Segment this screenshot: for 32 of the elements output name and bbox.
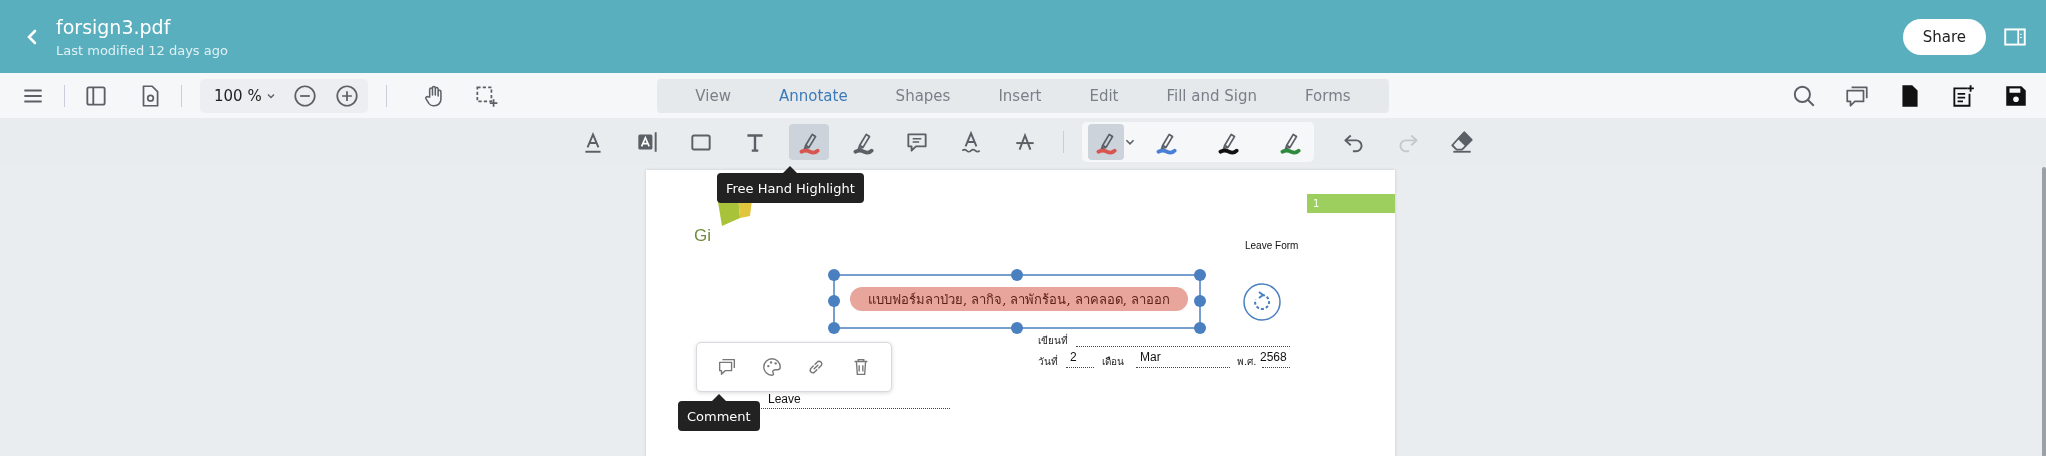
add-note-icon[interactable]	[1950, 82, 1976, 109]
tab[interactable]: Insert	[974, 78, 1066, 113]
date-value: 2568	[1260, 350, 1287, 364]
date-label: เดือน	[1102, 355, 1124, 369]
tooltip: Comment	[678, 394, 760, 431]
date-label: พ.ศ.	[1237, 355, 1257, 369]
page-number-badge: 1	[1307, 194, 1395, 213]
highlighted-title: แบบฟอร์มลาป่วย, ลากิจ, ลาพักร้อน, ลาคลอด, ลาออก	[850, 287, 1188, 311]
date-value: 2	[1070, 350, 1077, 364]
highlighter-icon[interactable]	[788, 123, 829, 160]
palette-icon[interactable]	[760, 356, 783, 378]
date-label: วันที่	[1038, 354, 1058, 369]
tab[interactable]: Edit	[1065, 78, 1143, 113]
eraser-icon[interactable]	[1448, 128, 1475, 155]
tooltip: Free Hand Highlight	[717, 166, 864, 203]
document-title: forsign3.pdf	[56, 15, 172, 38]
last-modified-text: Last modified 12 days ago	[56, 42, 229, 58]
form-label: Leave Form	[1245, 240, 1299, 251]
selection-frame[interactable]	[828, 269, 1206, 334]
share-button[interactable]: Share	[1902, 18, 1986, 55]
tab[interactable]: Annotate	[754, 78, 872, 113]
tab[interactable]: Forms	[1281, 78, 1375, 113]
zoom-in-icon[interactable]	[333, 82, 360, 109]
tab[interactable]: Fill and Sign	[1142, 78, 1281, 113]
tab[interactable]: View	[671, 78, 755, 113]
place-label: เขียนที่	[1038, 333, 1068, 348]
zoom-out-icon[interactable]	[291, 82, 318, 109]
date-value: Mar	[1140, 350, 1161, 364]
logo-text: Gi	[694, 226, 711, 246]
tab[interactable]: Shapes	[871, 78, 975, 113]
leave-value: Leave	[768, 392, 801, 406]
rotate-icon[interactable]	[1243, 283, 1281, 321]
